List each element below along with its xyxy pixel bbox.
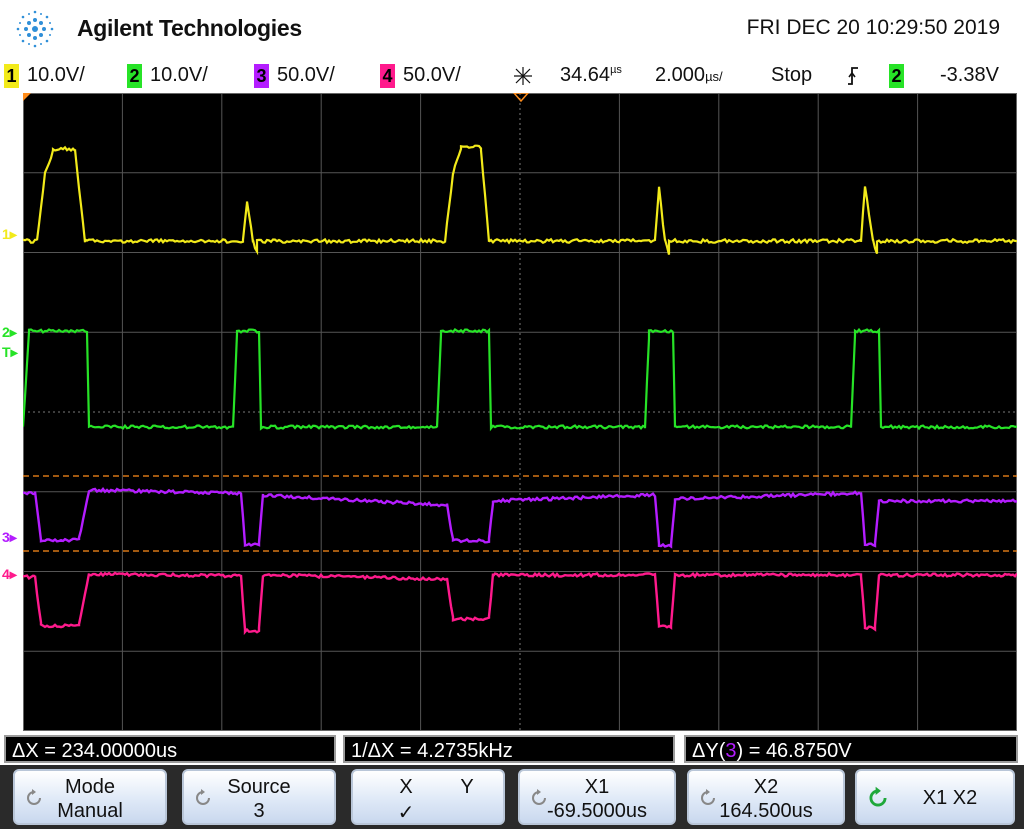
- x2-softkey[interactable]: X2 164.500us: [687, 769, 845, 825]
- delta-y-source: 3: [725, 740, 736, 762]
- waveform-display[interactable]: [23, 93, 1017, 731]
- ch4-scale[interactable]: 4 50.0V/: [380, 64, 461, 88]
- x-selected-check: ✓: [309, 800, 503, 825]
- delay-value: 34.64: [560, 64, 610, 86]
- trigger-level[interactable]: -3.38V: [940, 64, 999, 87]
- delta-y-readout: ΔY(3) = 46.8750V: [684, 735, 1018, 763]
- scope-screen: Agilent Technologies FRI DEC 20 10:29:50…: [0, 0, 1024, 829]
- trigger-position-marker: [514, 93, 528, 101]
- x1-softkey[interactable]: X1 -69.5000us: [518, 769, 676, 825]
- agilent-spark-logo-icon: [12, 6, 58, 52]
- ch4-badge: 4: [380, 64, 395, 88]
- x2-value: 164.500us: [689, 800, 843, 823]
- trigger-edge-icon: [846, 66, 860, 86]
- datetime: FRI DEC 20 10:29:50 2019: [747, 16, 1000, 40]
- x2-label: X2: [689, 776, 843, 799]
- ch1-badge: 1: [4, 64, 19, 88]
- x1-x2-label: X1 X2: [887, 787, 1013, 810]
- timebase-unit: µs/: [705, 69, 723, 84]
- ch3-badge: 3: [254, 64, 269, 88]
- ch4-scale-value: 50.0V/: [403, 64, 461, 86]
- timebase[interactable]: 2.000µs/: [655, 64, 723, 87]
- ch3-scale[interactable]: 3 50.0V/: [254, 64, 335, 88]
- inverse-delta-x-readout: 1/ΔX = 4.2735kHz: [343, 735, 675, 763]
- x1-value: -69.5000us: [520, 800, 674, 823]
- horizontal-delay-icon: [511, 65, 535, 87]
- y-label: Y: [427, 776, 507, 799]
- ch3-waveform: [23, 489, 1017, 547]
- timebase-value: 2.000: [655, 64, 705, 86]
- x1-label: X1: [520, 776, 674, 799]
- ch2-scale[interactable]: 2 10.0V/: [127, 64, 208, 88]
- ch2-scale-value: 10.0V/: [150, 64, 208, 86]
- ch2-ground-marker[interactable]: 2▸: [2, 324, 17, 341]
- ch3-scale-value: 50.0V/: [277, 64, 335, 86]
- trigger-source-badge: 2: [889, 64, 904, 88]
- x1-x2-softkey[interactable]: X1 X2: [855, 769, 1015, 825]
- delay-unit: µs: [610, 64, 622, 76]
- run-state[interactable]: Stop: [771, 64, 812, 87]
- mode-label: Mode: [15, 776, 165, 799]
- mode-value: Manual: [15, 800, 165, 823]
- mode-softkey[interactable]: Mode Manual: [13, 769, 167, 825]
- brand-name: Agilent Technologies: [77, 15, 302, 42]
- graticule: [23, 93, 1017, 731]
- ch1-scale-value: 10.0V/: [27, 64, 85, 86]
- ch2-badge: 2: [127, 64, 142, 88]
- ch4-ground-marker[interactable]: 4▸: [2, 566, 17, 583]
- ch1-ground-marker[interactable]: 1▸: [2, 226, 17, 243]
- trigger-source[interactable]: 2: [889, 64, 912, 88]
- horizontal-delay[interactable]: 34.64µs: [560, 64, 622, 87]
- xy-softkey[interactable]: X Y ✓: [351, 769, 505, 825]
- header: Agilent Technologies FRI DEC 20 10:29:50…: [0, 0, 1024, 60]
- delta-y-suffix: ) = 46.8750V: [736, 740, 851, 762]
- softkey-bar: Mode Manual Source 3 X Y ✓ X1 -69.5000us: [0, 765, 1024, 829]
- delta-x-readout: ΔX = 234.00000us: [4, 735, 336, 763]
- delta-y-prefix: ΔY(: [692, 740, 725, 762]
- ch3-ground-marker[interactable]: 3▸: [2, 529, 17, 546]
- trigger-level-marker[interactable]: T▸: [2, 344, 18, 361]
- ch1-scale[interactable]: 1 10.0V/: [4, 64, 85, 88]
- cursor-x1-marker[interactable]: [23, 93, 31, 101]
- status-bar: 1 10.0V/ 2 10.0V/ 3 50.0V/ 4 50.0V/ 34.64µs …: [0, 60, 1024, 92]
